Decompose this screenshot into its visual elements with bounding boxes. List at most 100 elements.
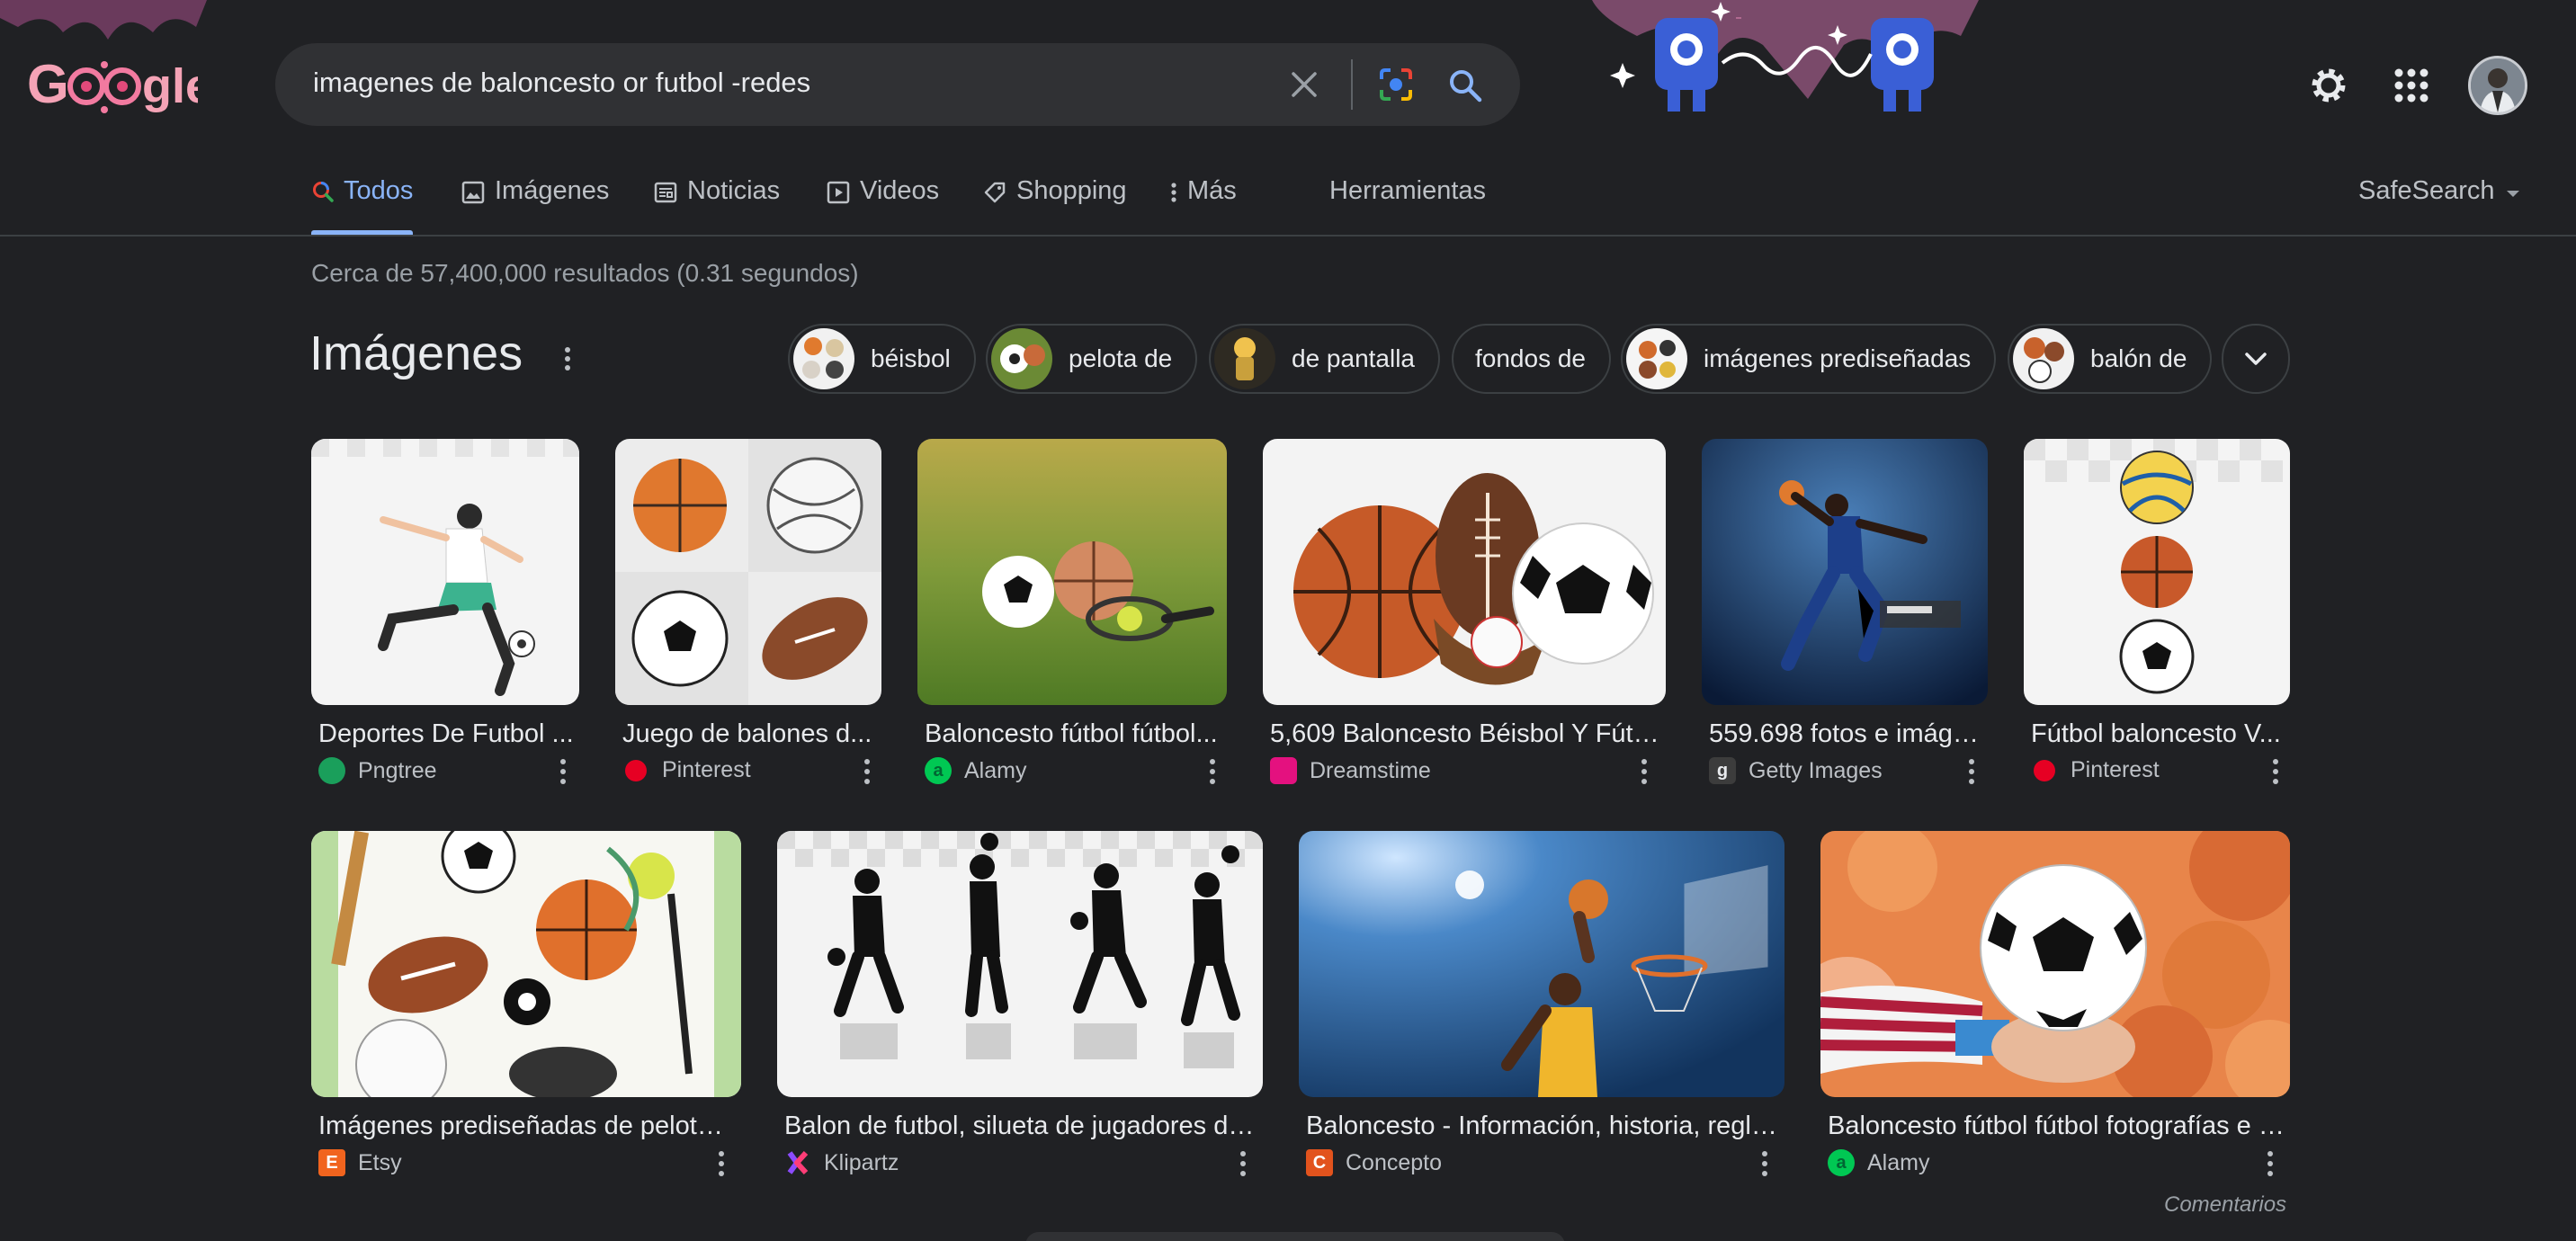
alamy-icon: a — [925, 757, 952, 784]
image-result-title[interactable]: Imágenes prediseñadas de pelota ... — [318, 1112, 736, 1141]
more-vert-icon[interactable] — [2261, 1147, 2279, 1180]
more-vert-icon — [1171, 183, 1176, 202]
image-result-title[interactable]: 5,609 Baloncesto Béisbol Y Fútb... — [1270, 719, 1660, 749]
image-result-source[interactable]: Klipartz — [784, 1149, 899, 1176]
image-thumbnail[interactable] — [311, 439, 579, 705]
image-result-source[interactable]: g Getty Images — [1709, 757, 1883, 784]
chip-thumbnail-clipart — [1626, 328, 1687, 389]
tab-mas[interactable]: Más — [1169, 171, 1237, 236]
source-name: Getty Images — [1749, 757, 1883, 783]
more-vert-icon[interactable] — [1203, 755, 1221, 788]
google-apps-icon[interactable] — [2393, 67, 2430, 104]
chip-beisbol[interactable]: béisbol — [788, 324, 976, 394]
safesearch-button[interactable]: SafeSearch — [2358, 176, 2495, 206]
settings-gear-icon[interactable] — [2308, 65, 2349, 106]
image-result-source[interactable]: E Etsy — [318, 1149, 402, 1176]
show-more-button[interactable] — [1025, 1232, 1565, 1241]
image-result-title[interactable]: Fútbol baloncesto V... — [2031, 719, 2286, 749]
image-result-title[interactable]: Baloncesto fútbol fútbol fotografías e i… — [1828, 1112, 2285, 1141]
tab-herramientas[interactable]: Herramientas — [1329, 171, 1486, 236]
image-result-source[interactable]: Pngtree — [318, 757, 437, 784]
image-result-source[interactable]: Dreamstime — [1270, 757, 1431, 784]
chip-de-pantalla[interactable]: de pantalla — [1209, 324, 1441, 394]
image-result-source[interactable]: a Alamy — [925, 757, 1026, 784]
chevron-down-icon[interactable] — [2504, 189, 2522, 200]
image-result-source[interactable]: Pinterest — [622, 757, 751, 783]
tab-label: Herramientas — [1329, 176, 1487, 205]
more-vert-icon[interactable] — [1234, 1147, 1252, 1180]
search-tabs: Todos Imágenes Noticias Videos Shopping — [0, 171, 2576, 236]
tab-imagenes[interactable]: Imágenes — [461, 171, 609, 236]
more-vert-icon[interactable] — [2267, 755, 2285, 788]
doodle-bat-decoration — [0, 0, 207, 40]
more-vert-icon[interactable] — [1963, 755, 1981, 788]
image-result-card[interactable]: Juego de balones d... Pinterest — [615, 439, 881, 799]
tab-label: Noticias — [687, 176, 781, 205]
search-box[interactable]: imagenes de baloncesto or futbol -redes — [275, 43, 1520, 126]
chip-balon-de[interactable]: balón de — [2008, 324, 2213, 394]
more-vert-icon[interactable] — [1635, 755, 1653, 788]
more-vert-icon[interactable] — [554, 755, 572, 788]
tab-videos[interactable]: Videos — [826, 171, 939, 236]
search-icon[interactable] — [1446, 67, 1484, 104]
image-result-title[interactable]: Deportes De Futbol ... — [318, 719, 576, 749]
tab-noticias[interactable]: Noticias — [653, 171, 780, 236]
image-result-title[interactable]: Juego de balones d... — [622, 719, 878, 749]
more-vert-icon[interactable] — [858, 755, 876, 788]
source-name: Pinterest — [662, 757, 751, 782]
account-avatar[interactable] — [2468, 56, 2527, 115]
image-thumbnail[interactable] — [311, 831, 741, 1097]
image-thumbnail[interactable] — [2024, 439, 2290, 705]
image-thumbnail[interactable] — [1263, 439, 1666, 705]
image-result-card[interactable]: Baloncesto fútbol fútbol... a Alamy — [917, 439, 1227, 799]
chip-imagenes-predisenadas[interactable]: imágenes prediseñadas — [1621, 324, 1997, 394]
image-result-title[interactable]: Balon de futbol, silueta de jugadores de… — [784, 1112, 1257, 1141]
image-thumbnail[interactable] — [1299, 831, 1784, 1097]
google-logo[interactable]: G gle — [27, 50, 212, 122]
chip-thumbnail-ball-grass — [991, 328, 1052, 389]
source-name: Klipartz — [824, 1149, 899, 1175]
images-section-title: Imágenes — [309, 326, 523, 380]
more-vert-icon[interactable] — [561, 344, 574, 374]
image-result-card[interactable]: Deportes De Futbol ... Pngtree — [311, 439, 579, 799]
google-lens-icon[interactable] — [1376, 65, 1416, 104]
image-result-card[interactable]: 5,609 Baloncesto Béisbol Y Fútb... Dream… — [1263, 439, 1666, 799]
image-result-card[interactable]: Baloncesto fútbol fútbol fotografías e i… — [1820, 831, 2290, 1191]
image-result-card[interactable]: Fútbol baloncesto V... Pinterest — [2024, 439, 2290, 799]
chip-pelota-de[interactable]: pelota de — [986, 324, 1198, 394]
concepto-icon: C — [1306, 1149, 1333, 1176]
image-result-card[interactable]: Baloncesto - Información, historia, regl… — [1299, 831, 1784, 1191]
image-result-source[interactable]: C Concepto — [1306, 1149, 1442, 1176]
image-result-card[interactable]: Balon de futbol, silueta de jugadores de… — [777, 831, 1263, 1191]
tag-icon — [984, 182, 1006, 203]
source-name: Alamy — [964, 757, 1027, 783]
tab-label: Imágenes — [495, 176, 610, 205]
chip-label: de pantalla — [1292, 344, 1416, 372]
tab-shopping[interactable]: Shopping — [982, 171, 1127, 236]
image-thumbnail[interactable] — [1702, 439, 1988, 705]
more-vert-icon[interactable] — [1756, 1147, 1774, 1180]
chip-fondos-de[interactable]: fondos de — [1452, 324, 1611, 394]
source-name: Concepto — [1346, 1149, 1443, 1175]
close-icon[interactable] — [1286, 67, 1322, 103]
image-result-title[interactable]: Baloncesto fútbol fútbol... — [925, 719, 1221, 749]
tab-todos[interactable]: Todos — [311, 171, 414, 236]
image-icon — [461, 181, 485, 204]
news-icon — [654, 182, 677, 203]
image-thumbnail[interactable] — [615, 439, 881, 705]
image-result-title[interactable]: Baloncesto - Información, historia, regl… — [1306, 1112, 1779, 1141]
search-input[interactable]: imagenes de baloncesto or futbol -redes — [313, 67, 810, 99]
image-thumbnail[interactable] — [917, 439, 1227, 705]
image-result-card[interactable]: 559.698 fotos e imáge... g Getty Images — [1702, 439, 1988, 799]
feedback-link[interactable]: Comentarios — [2164, 1192, 2286, 1218]
more-vert-icon[interactable] — [712, 1147, 730, 1180]
image-thumbnail[interactable] — [777, 831, 1263, 1097]
pinterest-icon — [625, 759, 647, 781]
image-result-card[interactable]: Imágenes prediseñadas de pelota ... E Et… — [311, 831, 741, 1191]
chips-expand-button[interactable] — [2222, 324, 2290, 394]
image-result-source[interactable]: a Alamy — [1828, 1149, 1929, 1176]
source-name: Pngtree — [358, 757, 437, 783]
image-result-title[interactable]: 559.698 fotos e imáge... — [1709, 719, 1984, 749]
image-thumbnail[interactable] — [1820, 831, 2290, 1097]
image-result-source[interactable]: Pinterest — [2031, 757, 2160, 783]
